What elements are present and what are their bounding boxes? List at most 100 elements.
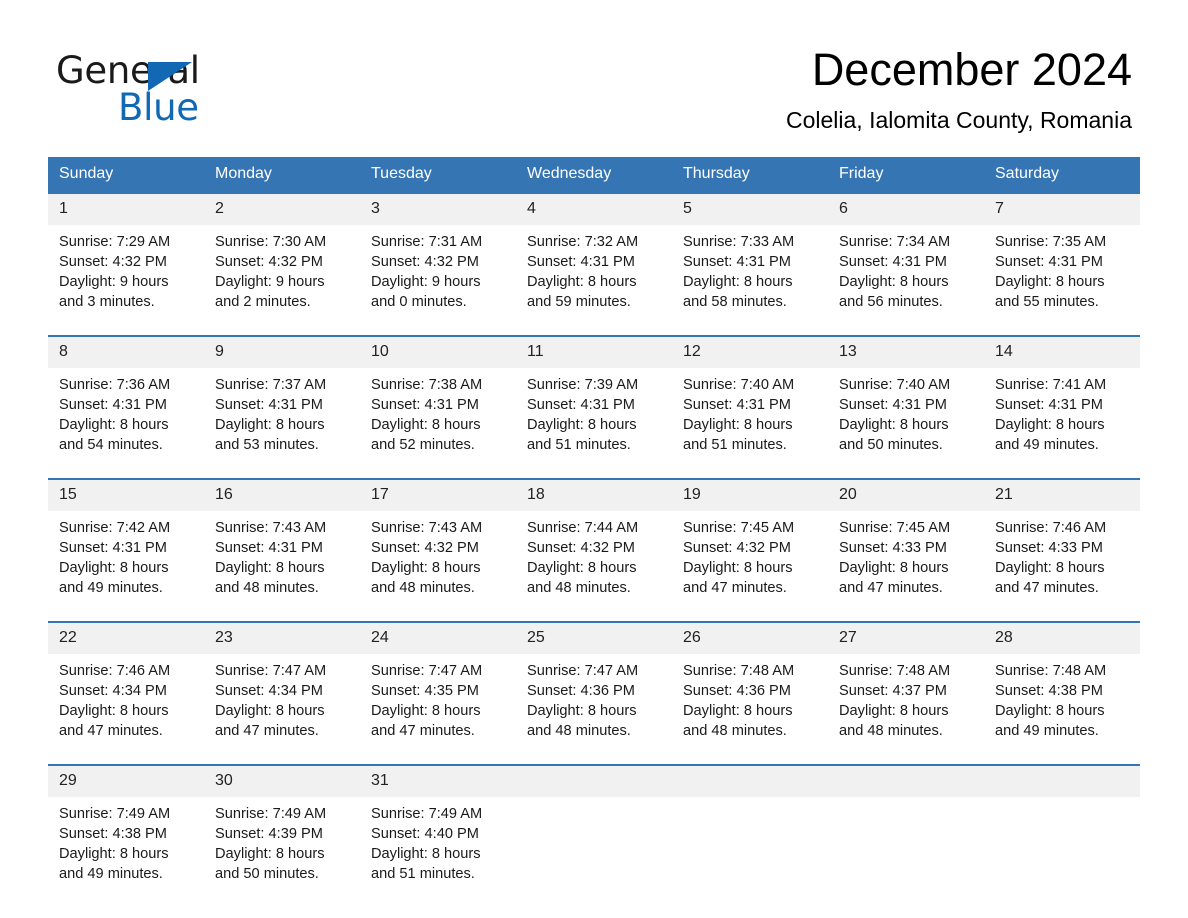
day-cell[interactable]: 15 Sunrise: 7:42 AM Sunset: 4:31 PM Dayl…: [48, 478, 204, 613]
day-cell[interactable]: 7 Sunrise: 7:35 AM Sunset: 4:31 PM Dayli…: [984, 192, 1140, 327]
day-details: Sunrise: 7:45 AM Sunset: 4:33 PM Dayligh…: [828, 511, 984, 598]
day-details: [516, 797, 672, 804]
daylight-text-cont: and 48 minutes.: [215, 580, 319, 596]
daylight-text: Daylight: 8 hours: [215, 417, 325, 433]
day-cell[interactable]: 17 Sunrise: 7:43 AM Sunset: 4:32 PM Dayl…: [360, 478, 516, 613]
day-details: [984, 797, 1140, 804]
sunrise-text: Sunrise: 7:43 AM: [371, 520, 483, 536]
day-cell[interactable]: 19 Sunrise: 7:45 AM Sunset: 4:32 PM Dayl…: [672, 478, 828, 613]
day-cell[interactable]: 28 Sunrise: 7:48 AM Sunset: 4:38 PM Dayl…: [984, 621, 1140, 756]
sunrise-text: Sunrise: 7:49 AM: [215, 806, 327, 822]
day-cell[interactable]: 14 Sunrise: 7:41 AM Sunset: 4:31 PM Dayl…: [984, 335, 1140, 470]
daylight-text: Daylight: 9 hours: [371, 274, 481, 290]
daylight-text: Daylight: 8 hours: [527, 560, 637, 576]
day-cell[interactable]: 21 Sunrise: 7:46 AM Sunset: 4:33 PM Dayl…: [984, 478, 1140, 613]
daylight-text: Daylight: 8 hours: [59, 846, 169, 862]
day-details: Sunrise: 7:43 AM Sunset: 4:32 PM Dayligh…: [360, 511, 516, 598]
calendar-week-row: 1 Sunrise: 7:29 AM Sunset: 4:32 PM Dayli…: [48, 192, 1140, 327]
day-number: 8: [48, 337, 204, 368]
daylight-text: Daylight: 8 hours: [215, 560, 325, 576]
day-cell[interactable]: 25 Sunrise: 7:47 AM Sunset: 4:36 PM Dayl…: [516, 621, 672, 756]
day-cell-empty: [828, 764, 984, 899]
day-details: Sunrise: 7:49 AM Sunset: 4:39 PM Dayligh…: [204, 797, 360, 884]
weekday-header-friday: Friday: [828, 157, 984, 193]
weekday-header-monday: Monday: [204, 157, 360, 193]
day-cell[interactable]: 22 Sunrise: 7:46 AM Sunset: 4:34 PM Dayl…: [48, 621, 204, 756]
day-cell[interactable]: 26 Sunrise: 7:48 AM Sunset: 4:36 PM Dayl…: [672, 621, 828, 756]
day-cell[interactable]: 20 Sunrise: 7:45 AM Sunset: 4:33 PM Dayl…: [828, 478, 984, 613]
day-number: 23: [204, 623, 360, 654]
day-cell[interactable]: 11 Sunrise: 7:39 AM Sunset: 4:31 PM Dayl…: [516, 335, 672, 470]
day-cell[interactable]: 16 Sunrise: 7:43 AM Sunset: 4:31 PM Dayl…: [204, 478, 360, 613]
day-cell[interactable]: 5 Sunrise: 7:33 AM Sunset: 4:31 PM Dayli…: [672, 192, 828, 327]
daylight-text: Daylight: 8 hours: [683, 703, 793, 719]
day-number: [828, 766, 984, 797]
day-cell[interactable]: 31 Sunrise: 7:49 AM Sunset: 4:40 PM Dayl…: [360, 764, 516, 899]
daylight-text-cont: and 48 minutes.: [683, 723, 787, 739]
day-cell[interactable]: 12 Sunrise: 7:40 AM Sunset: 4:31 PM Dayl…: [672, 335, 828, 470]
daylight-text-cont: and 50 minutes.: [839, 437, 943, 453]
daylight-text: Daylight: 8 hours: [839, 274, 949, 290]
sunrise-text: Sunrise: 7:47 AM: [371, 663, 483, 679]
day-details: Sunrise: 7:38 AM Sunset: 4:31 PM Dayligh…: [360, 368, 516, 455]
sunset-text: Sunset: 4:32 PM: [683, 540, 791, 556]
daylight-text: Daylight: 8 hours: [995, 417, 1105, 433]
day-cell[interactable]: 23 Sunrise: 7:47 AM Sunset: 4:34 PM Dayl…: [204, 621, 360, 756]
day-details: Sunrise: 7:44 AM Sunset: 4:32 PM Dayligh…: [516, 511, 672, 598]
daylight-text: Daylight: 8 hours: [59, 703, 169, 719]
week-spacer: [48, 613, 1140, 622]
daylight-text: Daylight: 8 hours: [371, 560, 481, 576]
day-details: Sunrise: 7:34 AM Sunset: 4:31 PM Dayligh…: [828, 225, 984, 312]
calendar-week-row: 15 Sunrise: 7:42 AM Sunset: 4:31 PM Dayl…: [48, 478, 1140, 613]
day-cell[interactable]: 29 Sunrise: 7:49 AM Sunset: 4:38 PM Dayl…: [48, 764, 204, 899]
day-cell[interactable]: 9 Sunrise: 7:37 AM Sunset: 4:31 PM Dayli…: [204, 335, 360, 470]
day-cell[interactable]: 4 Sunrise: 7:32 AM Sunset: 4:31 PM Dayli…: [516, 192, 672, 327]
sunrise-text: Sunrise: 7:47 AM: [215, 663, 327, 679]
day-cell[interactable]: 24 Sunrise: 7:47 AM Sunset: 4:35 PM Dayl…: [360, 621, 516, 756]
daylight-text-cont: and 51 minutes.: [683, 437, 787, 453]
weekday-header-wednesday: Wednesday: [516, 157, 672, 193]
sunrise-text: Sunrise: 7:44 AM: [527, 520, 639, 536]
day-cell[interactable]: 18 Sunrise: 7:44 AM Sunset: 4:32 PM Dayl…: [516, 478, 672, 613]
day-number: 17: [360, 480, 516, 511]
calendar-header-row: Sunday Monday Tuesday Wednesday Thursday…: [48, 157, 1140, 193]
sunrise-text: Sunrise: 7:34 AM: [839, 234, 951, 250]
day-number: 25: [516, 623, 672, 654]
daylight-text-cont: and 59 minutes.: [527, 294, 631, 310]
day-cell[interactable]: 2 Sunrise: 7:30 AM Sunset: 4:32 PM Dayli…: [204, 192, 360, 327]
calendar-week-row: 22 Sunrise: 7:46 AM Sunset: 4:34 PM Dayl…: [48, 621, 1140, 756]
sunset-text: Sunset: 4:33 PM: [839, 540, 947, 556]
sunrise-text: Sunrise: 7:29 AM: [59, 234, 171, 250]
daylight-text: Daylight: 8 hours: [371, 417, 481, 433]
day-cell[interactable]: 27 Sunrise: 7:48 AM Sunset: 4:37 PM Dayl…: [828, 621, 984, 756]
day-cell[interactable]: 13 Sunrise: 7:40 AM Sunset: 4:31 PM Dayl…: [828, 335, 984, 470]
daylight-text: Daylight: 8 hours: [59, 417, 169, 433]
weekday-header-saturday: Saturday: [984, 157, 1140, 193]
daylight-text-cont: and 48 minutes.: [839, 723, 943, 739]
daylight-text-cont: and 51 minutes.: [527, 437, 631, 453]
day-cell[interactable]: 3 Sunrise: 7:31 AM Sunset: 4:32 PM Dayli…: [360, 192, 516, 327]
day-cell[interactable]: 6 Sunrise: 7:34 AM Sunset: 4:31 PM Dayli…: [828, 192, 984, 327]
day-number: 24: [360, 623, 516, 654]
sunrise-text: Sunrise: 7:43 AM: [215, 520, 327, 536]
calendar-body: 1 Sunrise: 7:29 AM Sunset: 4:32 PM Dayli…: [48, 192, 1140, 899]
generalblue-logo: General Blue: [56, 52, 316, 126]
day-cell[interactable]: 30 Sunrise: 7:49 AM Sunset: 4:39 PM Dayl…: [204, 764, 360, 899]
sunset-text: Sunset: 4:31 PM: [215, 540, 323, 556]
day-details: Sunrise: 7:37 AM Sunset: 4:31 PM Dayligh…: [204, 368, 360, 455]
daylight-text: Daylight: 8 hours: [683, 274, 793, 290]
day-cell[interactable]: 8 Sunrise: 7:36 AM Sunset: 4:31 PM Dayli…: [48, 335, 204, 470]
page-header: General Blue December 2024 Colelia, Ialo…: [0, 0, 1188, 132]
day-number: [672, 766, 828, 797]
day-cell[interactable]: 1 Sunrise: 7:29 AM Sunset: 4:32 PM Dayli…: [48, 192, 204, 327]
day-cell[interactable]: 10 Sunrise: 7:38 AM Sunset: 4:31 PM Dayl…: [360, 335, 516, 470]
day-details: Sunrise: 7:48 AM Sunset: 4:38 PM Dayligh…: [984, 654, 1140, 741]
day-details: Sunrise: 7:32 AM Sunset: 4:31 PM Dayligh…: [516, 225, 672, 312]
day-number: 26: [672, 623, 828, 654]
day-cell-empty: [516, 764, 672, 899]
week-spacer-cell: [48, 613, 1140, 622]
day-number: 9: [204, 337, 360, 368]
day-details: Sunrise: 7:35 AM Sunset: 4:31 PM Dayligh…: [984, 225, 1140, 312]
weekday-header-tuesday: Tuesday: [360, 157, 516, 193]
day-details: Sunrise: 7:31 AM Sunset: 4:32 PM Dayligh…: [360, 225, 516, 312]
